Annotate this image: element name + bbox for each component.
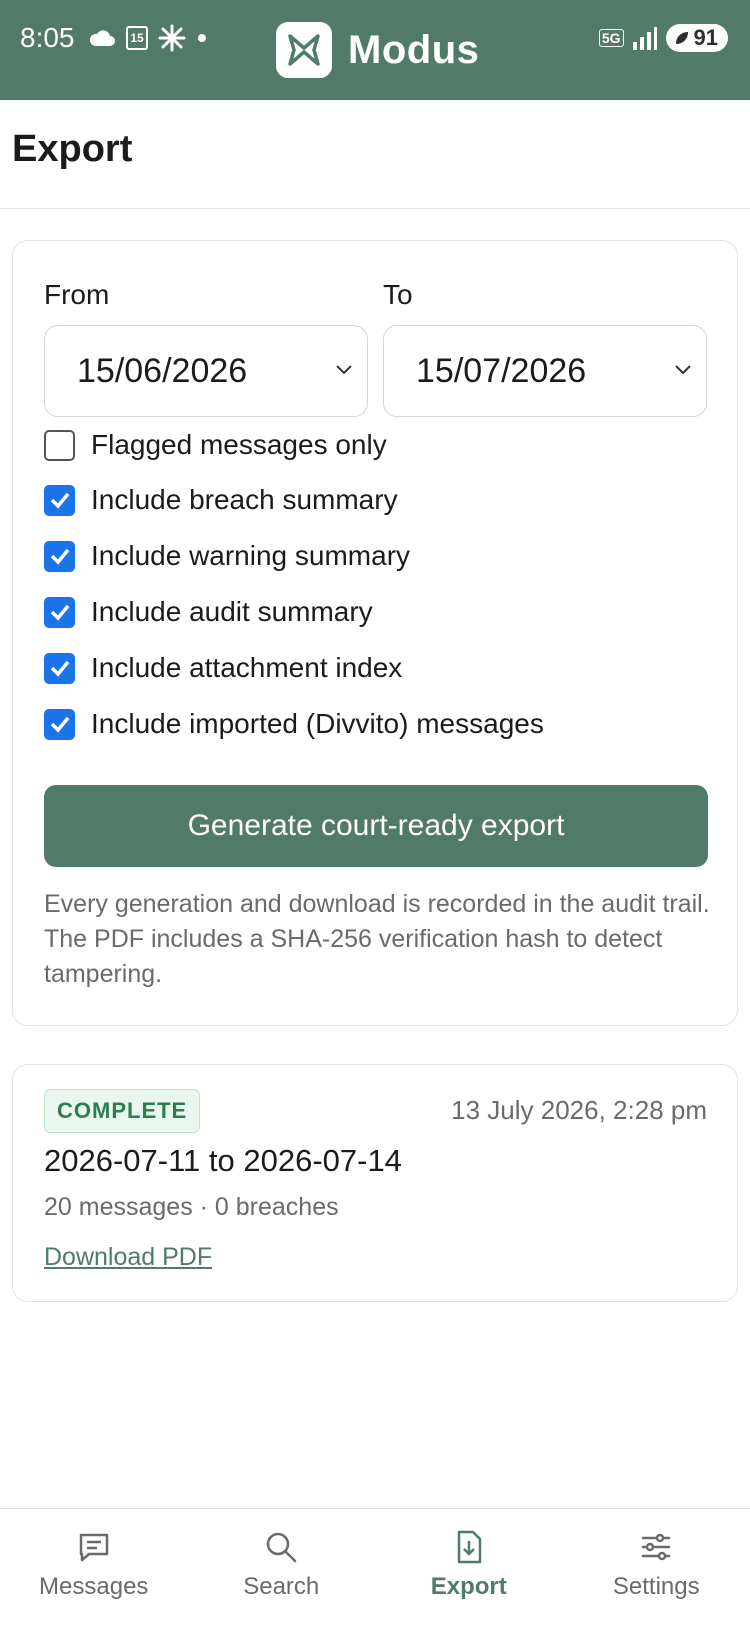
- checkbox-label: Include breach summary: [91, 484, 398, 515]
- to-date-value: 15/07/2026: [416, 351, 587, 390]
- search-icon: [267, 1532, 297, 1563]
- checkbox-unchecked-icon[interactable]: [44, 429, 75, 461]
- nav-label: Messages: [39, 1573, 149, 1600]
- chevron-down-icon: [675, 365, 691, 375]
- battery-level: 91: [693, 25, 718, 50]
- checkbox-label: Flagged messages only: [91, 429, 387, 460]
- checkbox-imported-messages[interactable]: Include imported (Divvito) messages: [44, 708, 544, 740]
- from-label: From: [44, 279, 110, 310]
- to-date-select[interactable]: 15/07/2026: [383, 325, 707, 417]
- checkbox-checked-icon[interactable]: [44, 652, 75, 684]
- checkbox-warning-summary[interactable]: Include warning summary: [44, 540, 410, 572]
- chevron-down-icon: [336, 365, 352, 375]
- brand: Modus: [276, 22, 479, 78]
- nav-label: Search: [243, 1573, 320, 1600]
- cloud-icon: [89, 30, 115, 46]
- audit-note: Every generation and download is recorde…: [44, 890, 710, 988]
- checkbox-attachment-index[interactable]: Include attachment index: [44, 652, 402, 684]
- status-badge: COMPLETE: [44, 1089, 201, 1133]
- checkbox-label: Include warning summary: [91, 540, 411, 571]
- checkbox-label: Include audit summary: [91, 596, 373, 627]
- bottom-nav: Messages Search Export Settings: [0, 1508, 750, 1626]
- status-system-icons: 5G 91: [598, 24, 728, 52]
- status-notification-icons: 15: [88, 24, 208, 52]
- nav-label: Settings: [612, 1573, 700, 1600]
- status-time: 8:05: [20, 22, 75, 53]
- nav-item-export[interactable]: Export: [375, 1509, 563, 1626]
- nav-item-search[interactable]: Search: [188, 1509, 376, 1626]
- app-header: 8:05 15 Modus 5G 91: [0, 0, 750, 100]
- generate-export-button[interactable]: Generate court-ready export: [44, 785, 708, 867]
- nav-label: Export: [430, 1573, 507, 1600]
- export-history-item: COMPLETE 13 July 2026, 2:28 pm 2026-07-1…: [12, 1064, 738, 1302]
- header-divider: [0, 208, 750, 209]
- network-5g-icon: 5G: [598, 29, 624, 47]
- export-timestamp: 13 July 2026, 2:28 pm: [451, 1095, 707, 1125]
- download-pdf-link[interactable]: Download PDF: [44, 1243, 212, 1272]
- export-date-range: 2026-07-11 to 2026-07-14: [44, 1143, 402, 1178]
- checkbox-audit-summary[interactable]: Include audit summary: [44, 596, 373, 628]
- checkbox-label: Include attachment index: [91, 652, 403, 683]
- checkbox-flagged-only[interactable]: Flagged messages only: [44, 429, 387, 461]
- from-date-select[interactable]: 15/06/2026: [44, 325, 368, 417]
- export-form-card: From To 15/06/2026 15/07/2026 Flagged me…: [12, 240, 738, 1026]
- page-title: Export: [12, 128, 133, 170]
- sparkle-icon: [158, 24, 186, 52]
- checkbox-checked-icon[interactable]: [44, 540, 75, 572]
- battery-indicator: 91: [665, 24, 728, 52]
- checkbox-checked-icon[interactable]: [44, 708, 75, 740]
- leaf-icon: [675, 32, 688, 44]
- app-name: Modus: [348, 27, 480, 72]
- export-summary: 20 messages · 0 breaches: [44, 1193, 339, 1221]
- modus-logo-icon: [276, 22, 332, 78]
- file-download-icon: [457, 1530, 481, 1564]
- checkbox-checked-icon[interactable]: [44, 596, 75, 628]
- checkbox-label: Include imported (Divvito) messages: [91, 708, 544, 739]
- signal-icon: [632, 27, 657, 50]
- to-label: To: [383, 279, 413, 310]
- nav-item-messages[interactable]: Messages: [0, 1509, 188, 1626]
- checkbox-checked-icon[interactable]: [44, 484, 75, 516]
- message-icon: [79, 1533, 108, 1562]
- dot-icon: [198, 34, 206, 42]
- sliders-icon: [642, 1533, 671, 1561]
- nav-item-settings[interactable]: Settings: [563, 1509, 750, 1626]
- checkbox-breach-summary[interactable]: Include breach summary: [44, 484, 398, 516]
- calendar-icon: 15: [126, 26, 148, 50]
- from-date-value: 15/06/2026: [77, 351, 248, 390]
